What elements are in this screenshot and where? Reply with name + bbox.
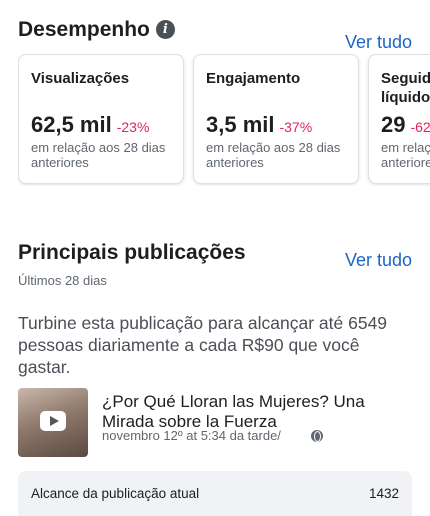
metric-card-engagement[interactable]: Engajamento 3,5 mil -37% em relação aos …: [193, 54, 359, 184]
top-posts-title: Principais publicações: [18, 240, 246, 264]
globe-icon: [310, 429, 323, 442]
metric-card-value: 62,5 mil: [31, 112, 112, 137]
metric-card-subtext: em relação aos 28 dias anteriores: [381, 140, 430, 170]
period-label: Últimos 28 dias: [18, 273, 107, 288]
metric-card-value-row: 29 -62%: [381, 112, 430, 138]
metric-card-subtext: em relação aos 28 dias anteriores: [31, 140, 166, 170]
top-posts-see-all-link[interactable]: Ver tudo: [345, 250, 412, 271]
performance-header: Desempenho i Ver tudo: [18, 6, 412, 53]
performance-see-all-link[interactable]: Ver tudo: [345, 32, 412, 53]
metric-card-value: 3,5 mil: [206, 112, 275, 137]
info-icon[interactable]: i: [155, 20, 175, 39]
metric-card-change: -37%: [279, 119, 313, 135]
post-thumbnail[interactable]: [18, 388, 88, 457]
post-title: ¿Por Qué Lloran las Mujeres? Una Mirada …: [102, 392, 365, 428]
metric-card-value: 29: [381, 112, 406, 137]
metric-card-change: -62%: [410, 119, 430, 135]
metric-card-title: Visualizações: [31, 70, 130, 87]
boost-promo-text: Turbine esta publicação para alcançar at…: [18, 313, 388, 377]
performance-title: Desempenho: [18, 17, 150, 41]
metric-card-subtext: em relação aos 28 dias anteriores: [206, 140, 341, 170]
reach-row: Alcance da publicação atual 1432: [18, 471, 412, 516]
post-meta: novembro 12º at 5:34 da tarde/: [102, 428, 323, 443]
reach-label: Alcance da publicação atual: [31, 486, 200, 501]
metric-cards: Visualizações 62,5 mil -23% em relação a…: [18, 54, 430, 186]
metric-card-value-row: 62,5 mil -23%: [31, 112, 171, 138]
metric-card-change: -23%: [116, 119, 150, 135]
post-item[interactable]: ¿Por Qué Lloran las Mujeres? Una Mirada …: [18, 388, 413, 458]
metric-card-title: Seguidores líquidos: [381, 70, 430, 106]
metric-card-views[interactable]: Visualizações 62,5 mil -23% em relação a…: [18, 54, 184, 184]
metric-card-title: Engajamento: [206, 70, 301, 87]
top-posts-header: Principais publicações Ver tudo: [18, 234, 412, 271]
metric-card-net-followers[interactable]: Seguidores líquidos 29 -62% em relação a…: [368, 54, 430, 184]
reach-value: 1432: [368, 486, 399, 501]
metric-card-value-row: 3,5 mil -37%: [206, 112, 346, 138]
play-icon: [40, 411, 66, 431]
performance-title-group: Desempenho i: [18, 18, 175, 42]
post-date: novembro 12º at 5:34 da tarde/: [102, 428, 281, 443]
